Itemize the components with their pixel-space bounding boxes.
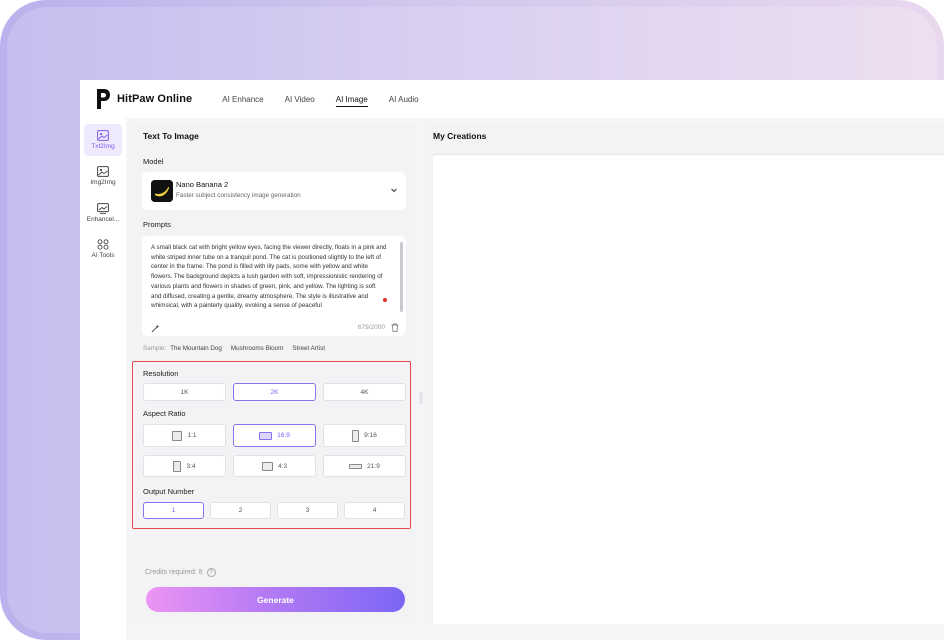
- help-icon[interactable]: ?: [206, 568, 216, 577]
- hitpaw-logo-icon: [97, 89, 110, 109]
- output-number-options: 1 2 3 4: [143, 502, 405, 519]
- aspect-option-label: 1:1: [187, 432, 197, 439]
- aspect-option-4-3[interactable]: 4:3: [233, 455, 316, 477]
- aspect-option-label: 4:3: [277, 462, 288, 470]
- sample-link[interactable]: The Mountain Dog: [170, 345, 222, 352]
- square-ratio-icon: [172, 430, 183, 441]
- aspect-ratio-row-1: 1:1 16:9 9:16: [143, 424, 406, 447]
- landscape-ratio-icon: [261, 461, 273, 471]
- credits-text: Credits required: 8: [145, 569, 203, 576]
- brand-name: HitPaw Online: [117, 93, 193, 105]
- resolution-option-1k[interactable]: 1K: [143, 383, 226, 401]
- output-option-4[interactable]: 4: [344, 502, 405, 519]
- resolution-label: Resolution: [143, 369, 179, 378]
- output-number-label: Output Number: [143, 487, 195, 496]
- panel-resize-handle[interactable]: [419, 392, 423, 404]
- model-thumbnail: [151, 180, 173, 202]
- app-window: HitPaw Online AI Enhance AI Video AI Ima…: [80, 80, 944, 640]
- model-description: Faster subject consistency image generat…: [176, 192, 301, 199]
- char-count: 679/2000: [357, 324, 385, 331]
- sample-prompts: Sample: The Mountain Dog Mushrooms Bloom…: [143, 345, 334, 352]
- output-option-2[interactable]: 2: [210, 502, 271, 519]
- prompts-label: Prompts: [143, 220, 171, 229]
- main-nav: AI Enhance AI Video AI Image AI Audio: [222, 80, 439, 118]
- aspect-option-9-16[interactable]: 9:16: [323, 424, 406, 447]
- portrait-ratio-icon: [352, 429, 360, 442]
- sidebar-item-img2img[interactable]: Img2Img: [84, 160, 122, 192]
- trash-icon[interactable]: [391, 323, 399, 332]
- magic-wand-icon[interactable]: [151, 324, 160, 333]
- text-to-image-panel: Text To Image Model Nano Banana 2 Faster…: [132, 124, 416, 624]
- creations-gallery: [433, 155, 944, 624]
- model-label: Model: [143, 157, 164, 166]
- aspect-option-label: 3:4: [186, 462, 196, 470]
- nav-ai-audio[interactable]: AI Audio: [389, 80, 419, 118]
- aspect-option-21-9[interactable]: 21:9: [323, 455, 406, 477]
- sidebar-item-label: Txt2Img: [91, 143, 115, 150]
- my-creations-panel: My Creations: [425, 124, 944, 624]
- aspect-option-1-1[interactable]: 1:1: [143, 424, 226, 447]
- aspect-option-3-4[interactable]: 3:4: [143, 455, 226, 477]
- output-option-1[interactable]: 1: [143, 502, 204, 519]
- aspect-option-label: 9:16: [364, 432, 377, 439]
- grid-tools-icon: [97, 239, 109, 250]
- sidebar-item-label: Enhancel...: [86, 216, 120, 223]
- nav-ai-enhance[interactable]: AI Enhance: [222, 80, 263, 118]
- image-enhance-icon: [97, 203, 109, 214]
- sidebar-item-ai-tools[interactable]: AI Tools: [84, 233, 122, 265]
- aspect-option-label: 16:9: [277, 432, 290, 439]
- status-dot: [383, 298, 387, 302]
- model-name: Nano Banana 2: [176, 180, 229, 189]
- resolution-options: 1K 2K 4K: [143, 383, 406, 401]
- tool-sidebar: Txt2Img Img2Img Enhancel... AI Tools: [80, 118, 126, 640]
- chevron-down-icon: [391, 188, 397, 193]
- panel-title: Text To Image: [143, 131, 199, 141]
- landscape-ratio-icon: [259, 431, 273, 440]
- aspect-ratio-row-2: 3:4 4:3 21:9: [143, 455, 406, 477]
- prompt-text[interactable]: A small black cat with bright yellow eye…: [151, 243, 387, 321]
- top-navigation-bar: HitPaw Online AI Enhance AI Video AI Ima…: [80, 80, 944, 118]
- model-dropdown[interactable]: Nano Banana 2 Faster subject consistency…: [142, 172, 406, 210]
- sidebar-item-label: Img2Img: [90, 179, 116, 186]
- generate-button[interactable]: Generate: [146, 587, 405, 612]
- resolution-option-4k[interactable]: 4K: [323, 383, 406, 401]
- creations-title: My Creations: [433, 131, 487, 141]
- aspect-option-16-9[interactable]: 16:9: [233, 424, 316, 447]
- credits-info: Credits required: 8 ?: [145, 568, 216, 577]
- resolution-option-2k[interactable]: 2K: [233, 383, 316, 401]
- sidebar-item-txt2img[interactable]: Txt2Img: [84, 124, 122, 156]
- nav-ai-video[interactable]: AI Video: [285, 80, 315, 118]
- aspect-option-label: 21:9: [367, 462, 380, 470]
- sidebar-item-enhance[interactable]: Enhancel...: [84, 197, 122, 229]
- output-option-3[interactable]: 3: [277, 502, 338, 519]
- prompt-textarea[interactable]: A small black cat with bright yellow eye…: [142, 236, 406, 336]
- nav-ai-image[interactable]: AI Image: [335, 80, 368, 118]
- aspect-ratio-label: Aspect Ratio: [143, 409, 186, 418]
- wide-ratio-icon: [349, 463, 363, 469]
- brand-logo[interactable]: HitPaw Online: [95, 88, 192, 110]
- prompt-scrollbar[interactable]: [400, 242, 403, 312]
- image-convert-icon: [97, 166, 109, 177]
- image-text-icon: [97, 130, 109, 141]
- sample-link[interactable]: Mushrooms Bloom: [231, 345, 284, 352]
- portrait-ratio-icon: [173, 460, 182, 472]
- sidebar-item-label: AI Tools: [91, 252, 115, 259]
- samples-label: Sample:: [143, 345, 167, 352]
- sample-link[interactable]: Street Artist: [292, 345, 325, 352]
- banana-icon: [151, 180, 173, 202]
